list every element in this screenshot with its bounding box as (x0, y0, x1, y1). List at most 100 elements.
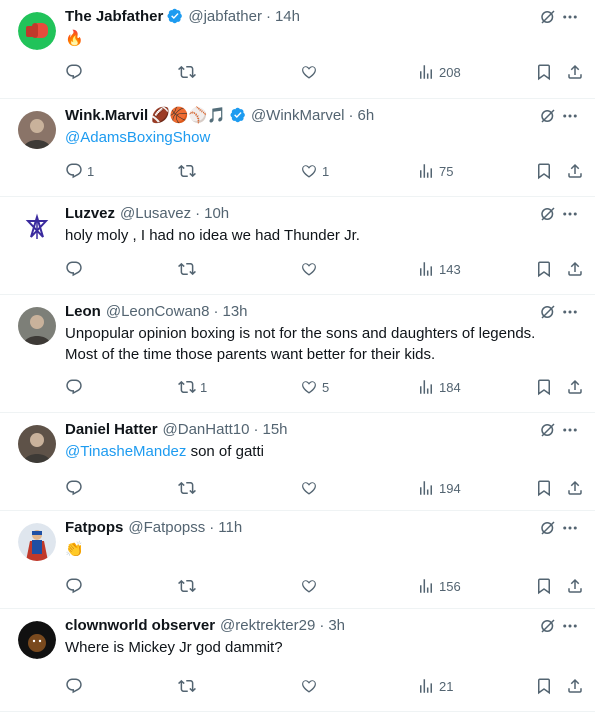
reply-tweet[interactable]: Luzvez @Lusavez · 10h holy moly , I had no i… (0, 197, 595, 295)
like-button[interactable] (300, 675, 322, 697)
timestamp[interactable]: 14h (275, 8, 300, 25)
bookmark-icon[interactable] (535, 675, 553, 697)
heart-icon (300, 63, 318, 81)
display-name[interactable]: clownworld observer (65, 617, 215, 634)
more-options-icon[interactable] (561, 303, 579, 321)
bookmark-icon[interactable] (535, 376, 553, 398)
avatar[interactable] (18, 425, 56, 463)
handle[interactable]: @jabfather (188, 8, 262, 25)
views-button[interactable]: 194 (417, 477, 461, 499)
display-name[interactable]: Luzvez (65, 205, 115, 222)
timestamp[interactable]: 6h (358, 107, 375, 124)
grok-icon[interactable] (539, 519, 557, 537)
handle[interactable]: @LeonCowan8 (106, 303, 210, 320)
like-button[interactable] (300, 258, 322, 280)
more-options-icon[interactable] (561, 8, 579, 26)
share-icon[interactable] (566, 160, 584, 182)
like-button[interactable]: 5 (300, 376, 329, 398)
views-button[interactable]: 143 (417, 258, 461, 280)
more-options-icon[interactable] (561, 519, 579, 537)
reply-tweet[interactable]: Fatpops @Fatpopss · 11h 👏 156 (0, 511, 595, 609)
grok-icon[interactable] (539, 205, 557, 223)
retweet-button[interactable] (178, 61, 200, 83)
timestamp[interactable]: 13h (222, 303, 247, 320)
like-button[interactable] (300, 575, 322, 597)
reply-tweet[interactable]: clownworld observer @rektrekter29 · 3h Where… (0, 609, 595, 712)
handle[interactable]: @WinkMarvel (251, 107, 345, 124)
avatar[interactable] (18, 111, 56, 149)
display-name[interactable]: Daniel Hatter (65, 421, 158, 438)
retweet-button[interactable]: 1 (178, 376, 207, 398)
more-options-icon[interactable] (561, 205, 579, 223)
share-icon[interactable] (566, 258, 584, 280)
display-name[interactable]: Leon (65, 303, 101, 320)
bookmark-icon[interactable] (535, 477, 553, 499)
display-name[interactable]: Wink.Marvil (65, 107, 148, 124)
like-button[interactable] (300, 477, 322, 499)
views-count: 21 (439, 678, 454, 694)
views-button[interactable]: 21 (417, 675, 453, 697)
retweet-button[interactable] (178, 258, 200, 280)
retweet-button[interactable] (178, 160, 200, 182)
views-button[interactable]: 75 (417, 160, 453, 182)
bookmark-icon[interactable] (535, 61, 553, 83)
like-button[interactable]: 1 (300, 160, 329, 182)
like-button[interactable] (300, 61, 322, 83)
avatar[interactable] (18, 12, 56, 50)
reply-tweet[interactable]: Leon @LeonCowan8 · 13h Unpopular opinion box… (0, 295, 595, 413)
reply-tweet[interactable]: Daniel Hatter @DanHatt10 · 15h @TinasheMande… (0, 413, 595, 511)
timestamp[interactable]: 11h (218, 519, 242, 536)
share-icon[interactable] (566, 477, 584, 499)
views-button[interactable]: 208 (417, 61, 461, 83)
grok-icon[interactable] (539, 303, 557, 321)
bookmark-icon[interactable] (535, 575, 553, 597)
mention-link[interactable]: @AdamsBoxingShow (65, 129, 210, 146)
reply-button[interactable] (65, 675, 87, 697)
reply-button[interactable]: 1 (65, 160, 94, 182)
reply-button[interactable] (65, 61, 87, 83)
verified-badge-icon[interactable] (230, 107, 246, 123)
avatar[interactable] (18, 209, 56, 247)
handle[interactable]: @Fatpopss (128, 519, 205, 536)
reply-button[interactable] (65, 575, 87, 597)
views-button[interactable]: 184 (417, 376, 461, 398)
reply-button[interactable] (65, 376, 87, 398)
more-options-icon[interactable] (561, 107, 579, 125)
reply-button[interactable] (65, 477, 87, 499)
display-name[interactable]: Fatpops (65, 519, 123, 536)
views-count: 156 (439, 578, 461, 594)
display-name[interactable]: The Jabfather (65, 8, 163, 25)
timestamp[interactable]: 10h (204, 205, 229, 222)
mention-link[interactable]: @TinasheMandez (65, 443, 186, 460)
reply-count: 1 (87, 163, 95, 179)
heart-icon (300, 677, 318, 695)
more-options-icon[interactable] (561, 617, 579, 635)
avatar[interactable] (18, 307, 56, 345)
bookmark-icon[interactable] (535, 160, 553, 182)
grok-icon[interactable] (539, 617, 557, 635)
reply-tweet[interactable]: The Jabfather @jabfather · 14h 🔥 208 (0, 0, 595, 99)
more-options-icon[interactable] (561, 421, 579, 439)
avatar[interactable] (18, 621, 56, 659)
share-icon[interactable] (566, 575, 584, 597)
avatar[interactable] (18, 523, 56, 561)
reply-tweet[interactable]: Wink.Marvil 🏈🏀⚾🎵 @WinkMarvel · 6h @AdamsBoxin… (0, 99, 595, 197)
handle[interactable]: @DanHatt10 (163, 421, 250, 438)
grok-icon[interactable] (539, 421, 557, 439)
share-icon[interactable] (566, 61, 584, 83)
retweet-button[interactable] (178, 477, 200, 499)
grok-icon[interactable] (539, 107, 557, 125)
bookmark-icon[interactable] (535, 258, 553, 280)
share-icon[interactable] (566, 675, 584, 697)
retweet-button[interactable] (178, 675, 200, 697)
timestamp[interactable]: 3h (328, 617, 345, 634)
grok-icon[interactable] (539, 8, 557, 26)
share-icon[interactable] (566, 376, 584, 398)
views-button[interactable]: 156 (417, 575, 461, 597)
handle[interactable]: @rektrekter29 (220, 617, 315, 634)
verified-badge-icon[interactable] (167, 8, 183, 24)
retweet-button[interactable] (178, 575, 200, 597)
timestamp[interactable]: 15h (262, 421, 287, 438)
handle[interactable]: @Lusavez (120, 205, 191, 222)
reply-button[interactable] (65, 258, 87, 280)
